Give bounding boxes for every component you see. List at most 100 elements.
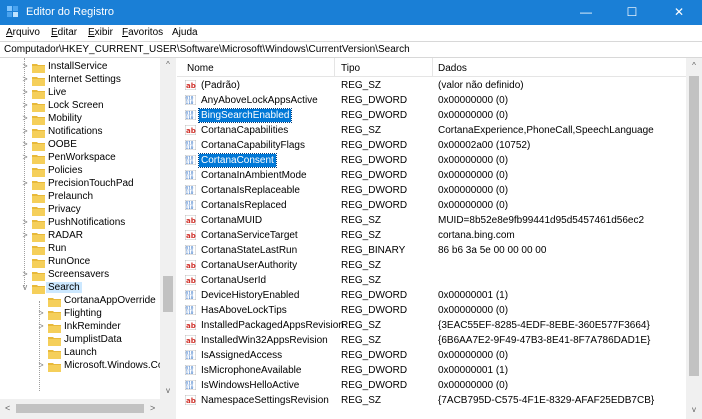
binary-value-icon: 010110 (185, 170, 196, 180)
value-row[interactable]: ab InstalledWin32AppsRevision REG_SZ {6B6AA… (177, 333, 686, 348)
value-name: InstalledWin32AppsRevision (201, 335, 328, 346)
address-bar[interactable]: Computador\HKEY_CURRENT_USER\Software\Mi… (0, 41, 702, 58)
scroll-down-icon[interactable]: v (160, 386, 176, 395)
value-row[interactable]: 010 110 BingSearchEnabled REG_DWORD 0x000000… (177, 108, 686, 123)
tree-item[interactable]: v Search (0, 282, 160, 295)
value-row[interactable]: ab CortanaUserId REG_SZ (177, 273, 686, 288)
string-value-icon: ab (185, 80, 196, 90)
value-name: IsAssignedAccess (201, 350, 283, 361)
tree-horizontal-scrollbar[interactable]: < > (0, 399, 176, 419)
binary-value-icon: 010110 (185, 110, 196, 120)
value-row[interactable]: ab (Padrão) REG_SZ (valor não definido) (177, 78, 686, 93)
expand-chevron-icon[interactable]: > (20, 139, 30, 149)
expand-chevron-icon[interactable]: > (20, 230, 30, 240)
tree-item[interactable]: > InkReminder (0, 321, 160, 334)
tree-item[interactable]: Privacy (0, 204, 160, 217)
expand-chevron-icon[interactable]: > (20, 100, 30, 110)
collapse-chevron-icon[interactable]: v (20, 282, 30, 292)
value-row[interactable]: 010 110 CortanaCapabilityFlags REG_DWORD 0x0… (177, 138, 686, 153)
expand-chevron-icon[interactable]: > (20, 126, 30, 136)
expand-chevron-icon[interactable]: > (20, 87, 30, 97)
value-row[interactable]: ab CortanaServiceTarget REG_SZ cortana.bing… (177, 228, 686, 243)
svg-text:110: 110 (186, 205, 194, 210)
tree-item[interactable]: RunOnce (0, 256, 160, 269)
tree-item[interactable]: > InstallService (0, 61, 160, 74)
value-row[interactable]: 010 110 AnyAboveLockAppsActive REG_DWORD 0x0… (177, 93, 686, 108)
menu-ajuda[interactable]: Ajuda (172, 27, 198, 38)
svg-text:110: 110 (186, 370, 194, 375)
value-row[interactable]: 010 110 CortanaIsReplaced REG_DWORD 0x000000… (177, 198, 686, 213)
value-row[interactable]: ab InstalledPackagedAppsRevision REG_SZ {3E… (177, 318, 686, 333)
value-row[interactable]: ab NamespaceSettingsRevision REG_SZ {7ACB79… (177, 393, 686, 408)
tree-item[interactable]: > Mobility (0, 113, 160, 126)
column-type-header[interactable]: Tipo (341, 63, 360, 74)
column-name-header[interactable]: Nome (187, 63, 214, 74)
tree-hscroll-thumb[interactable] (16, 404, 144, 413)
value-data: {6B6AA7E2-9F49-47B3-8E41-8F7A786DAD1E} (438, 335, 651, 346)
list-scroll-thumb[interactable] (689, 76, 699, 376)
key-tree[interactable]: > InstallService > Internet Settings > Live > L… (0, 58, 176, 419)
tree-item[interactable]: > Microsoft.Windows.Cor (0, 360, 167, 373)
expand-chevron-icon[interactable]: > (20, 269, 30, 279)
scroll-up-icon[interactable]: ^ (160, 60, 176, 69)
tree-item[interactable]: > PrecisionTouchPad (0, 178, 160, 191)
tree-item[interactable]: > OOBE (0, 139, 160, 152)
string-value-icon: ab (185, 125, 196, 135)
expand-chevron-icon[interactable]: > (20, 178, 30, 188)
tree-item[interactable]: > Flighting (0, 308, 160, 321)
scroll-left-icon[interactable]: < (5, 403, 10, 413)
tree-vertical-scrollbar[interactable]: ^ v (160, 58, 176, 399)
menu-exibir[interactable]: Exibir (88, 27, 113, 38)
expand-chevron-icon[interactable]: > (20, 74, 30, 84)
tree-item[interactable]: CortanaAppOverride (0, 295, 160, 308)
maximize-button[interactable]: ☐ (609, 0, 655, 25)
tree-item[interactable]: Policies (0, 165, 160, 178)
value-row[interactable]: 010 110 CortanaConsent REG_DWORD 0x00000000 … (177, 153, 686, 168)
list-vertical-scrollbar[interactable]: ^ v (686, 58, 702, 419)
menu-editar[interactable]: Editar (51, 27, 77, 38)
expand-chevron-icon[interactable]: > (36, 308, 46, 318)
expand-chevron-icon[interactable]: > (20, 152, 30, 162)
column-data-header[interactable]: Dados (438, 63, 467, 74)
expand-chevron-icon[interactable]: > (36, 360, 46, 370)
tree-item[interactable]: > Lock Screen (0, 100, 160, 113)
list-scroll-down-icon[interactable]: v (686, 405, 702, 414)
value-row[interactable]: 010 110 CortanaInAmbientMode REG_DWORD 0x000… (177, 168, 686, 183)
tree-scroll-thumb[interactable] (163, 276, 173, 312)
tree-item[interactable]: > Notifications (0, 126, 160, 139)
tree-item[interactable]: > Internet Settings (0, 74, 160, 87)
tree-item[interactable]: > Live (0, 87, 160, 100)
value-row[interactable]: 010 110 CortanaIsReplaceable REG_DWORD 0x000… (177, 183, 686, 198)
expand-chevron-icon[interactable]: > (36, 321, 46, 331)
value-row[interactable]: ab CortanaCapabilities REG_SZ CortanaExperi… (177, 123, 686, 138)
value-row[interactable]: 010 110 CortanaStateLastRun REG_BINARY 86 b6… (177, 243, 686, 258)
tree-item[interactable]: > RADAR (0, 230, 160, 243)
value-row[interactable]: 010 110 IsAssignedAccess REG_DWORD 0x0000000… (177, 348, 686, 363)
close-button[interactable]: ✕ (656, 0, 702, 25)
expand-chevron-icon[interactable]: > (20, 61, 30, 71)
value-data: {3EAC55EF-8285-4EDF-8EBE-360E577F3664} (438, 320, 650, 331)
tree-item[interactable]: > PushNotifications (0, 217, 160, 230)
expand-chevron-icon[interactable]: > (20, 217, 30, 227)
value-row[interactable]: 010 110 IsWindowsHelloActive REG_DWORD 0x000… (177, 378, 686, 393)
values-list[interactable]: Nome Tipo Dados ab (Padrão) REG_SZ (valor n… (177, 58, 702, 419)
tree-item[interactable]: Launch (0, 347, 160, 360)
tree-item[interactable]: Run (0, 243, 160, 256)
tree-item[interactable]: > Screensavers (0, 269, 160, 282)
list-scroll-up-icon[interactable]: ^ (686, 61, 702, 70)
value-row[interactable]: 010 110 IsMicrophoneAvailable REG_DWORD 0x00… (177, 363, 686, 378)
value-row[interactable]: 010 110 HasAboveLockTips REG_DWORD 0x0000000… (177, 303, 686, 318)
svg-text:110: 110 (186, 310, 194, 315)
tree-item[interactable]: JumplistData (0, 334, 160, 347)
menu-arquivo[interactable]: Arquivo (6, 27, 40, 38)
value-data: 86 b6 3a 5e 00 00 00 00 (438, 245, 547, 256)
scroll-right-icon[interactable]: > (150, 403, 155, 413)
value-row[interactable]: 010 110 DeviceHistoryEnabled REG_DWORD 0x000… (177, 288, 686, 303)
tree-item[interactable]: > PenWorkspace (0, 152, 160, 165)
expand-chevron-icon[interactable]: > (20, 113, 30, 123)
menu-favoritos[interactable]: Favoritos (122, 27, 163, 38)
value-row[interactable]: ab CortanaUserAuthority REG_SZ (177, 258, 686, 273)
value-row[interactable]: ab CortanaMUID REG_SZ MUID=8b52e8e9fb99441d… (177, 213, 686, 228)
minimize-button[interactable]: — (563, 0, 609, 25)
tree-item[interactable]: Prelaunch (0, 191, 160, 204)
